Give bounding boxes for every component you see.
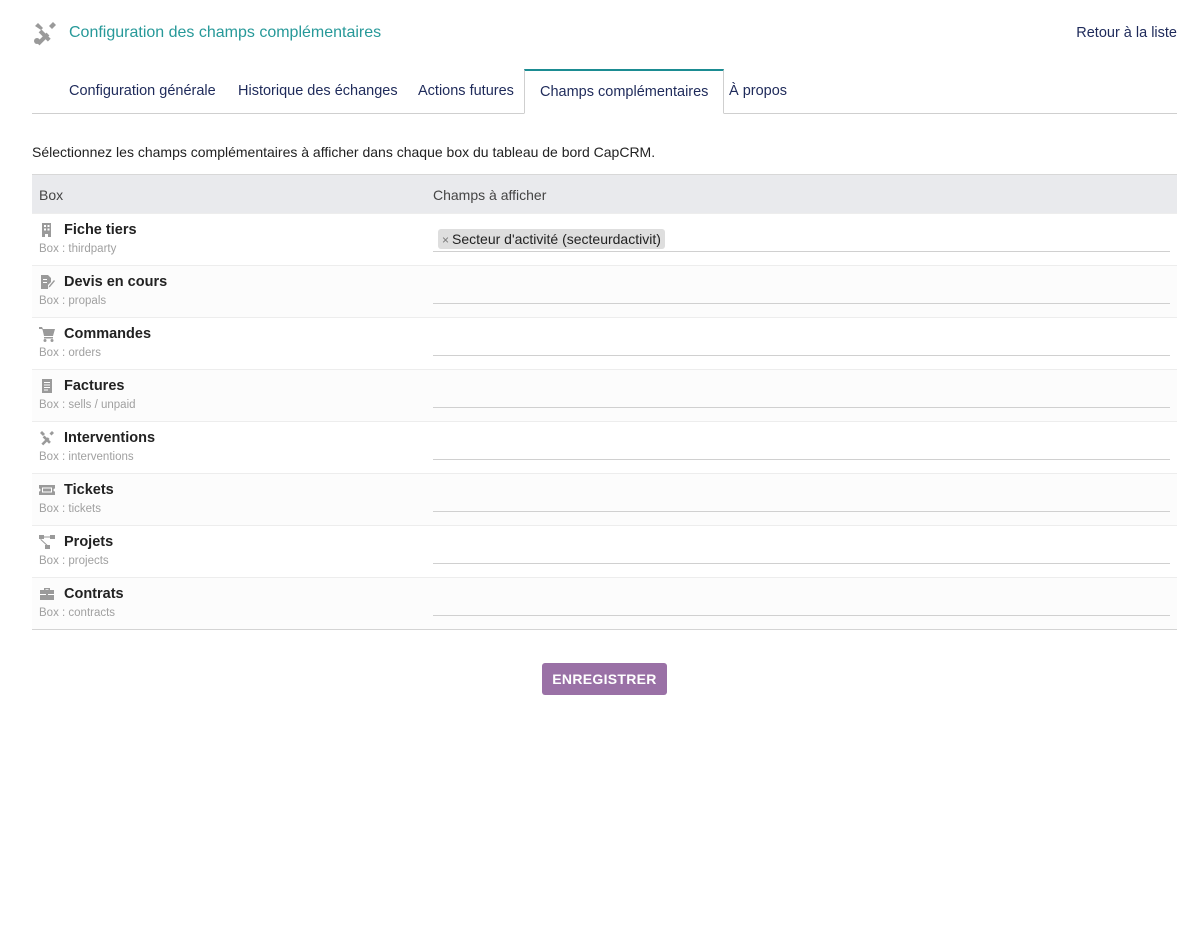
remove-chip-icon[interactable]: × — [442, 230, 449, 250]
tools-icon — [34, 22, 56, 46]
column-header-box: Box — [39, 187, 64, 203]
tools-icon — [40, 431, 54, 446]
row-box-code: Box : orders — [39, 347, 101, 359]
column-header-fields: Champs à afficher — [433, 187, 547, 203]
page-description: Sélectionnez les champs complémentaires … — [32, 144, 656, 160]
table-header: Box Champs à afficher — [32, 174, 1177, 213]
row-box-code: Box : contracts — [39, 607, 116, 619]
row-box-code: Box : tickets — [39, 503, 101, 515]
save-button[interactable]: ENREGISTRER — [542, 663, 667, 695]
row-box-code: Box : sells / unpaid — [39, 399, 136, 411]
building-icon — [42, 223, 51, 237]
tab-exchange-history[interactable]: Historique des échanges — [238, 69, 398, 113]
table-row: Contrats Box : contracts — [32, 577, 1177, 629]
row-label: Interventions — [64, 430, 156, 446]
fields-multiselect[interactable] — [433, 276, 1170, 304]
row-label: Devis en cours — [64, 274, 168, 290]
row-box-code: Box : propals — [39, 295, 107, 307]
page-title: Configuration des champs complémentaires — [69, 24, 382, 41]
tab-about[interactable]: À propos — [729, 69, 787, 113]
chip-label: Secteur d'activité (secteurdactivit) — [452, 231, 661, 247]
table-row: Commandes Box : orders — [32, 317, 1177, 369]
project-diagram-icon — [39, 535, 55, 549]
tab-extra-fields[interactable]: Champs complémentaires — [524, 69, 725, 114]
fields-table: Box Champs à afficher Fiche tiers Box : … — [32, 174, 1177, 630]
table-row: Devis en cours Box : propals — [32, 265, 1177, 317]
tab-bar: Configuration générale Historique des éc… — [32, 69, 1177, 114]
table-row: Fiche tiers Box : thirdparty × Secteur d'… — [32, 213, 1177, 265]
row-label: Tickets — [64, 482, 114, 498]
table-row: Tickets Box : tickets — [32, 473, 1177, 525]
back-to-list-link[interactable]: Retour à la liste — [1076, 25, 1177, 41]
page-header: Configuration des champs complémentaires… — [32, 18, 1177, 48]
briefcase-icon — [40, 588, 54, 600]
invoice-icon — [42, 379, 52, 393]
file-signature-icon — [41, 275, 55, 289]
cart-icon — [39, 327, 55, 342]
selected-field-chip: × Secteur d'activité (secteurdactivit) — [438, 229, 665, 249]
table-row: Interventions Box : interventions — [32, 421, 1177, 473]
table-row: Projets Box : projects — [32, 525, 1177, 577]
ticket-icon — [39, 485, 55, 495]
fields-multiselect[interactable] — [433, 328, 1170, 356]
row-label: Fiche tiers — [64, 222, 137, 238]
table-row: Factures Box : sells / unpaid — [32, 369, 1177, 421]
row-label: Contrats — [64, 586, 124, 602]
row-box-code: Box : thirdparty — [39, 243, 117, 255]
fields-multiselect[interactable]: × Secteur d'activité (secteurdactivit) — [433, 224, 1170, 252]
fields-multiselect[interactable] — [433, 484, 1170, 512]
row-label: Projets — [64, 534, 114, 550]
tab-general-config[interactable]: Configuration générale — [69, 69, 216, 113]
row-label: Commandes — [64, 326, 152, 342]
fields-multiselect[interactable] — [433, 536, 1170, 564]
page: Configuration des champs complémentaires… — [0, 0, 1200, 948]
fields-multiselect[interactable] — [433, 380, 1170, 408]
row-label: Factures — [64, 378, 125, 394]
fields-multiselect[interactable] — [433, 432, 1170, 460]
tab-future-actions[interactable]: Actions futures — [418, 69, 514, 113]
row-box-code: Box : projects — [39, 555, 109, 567]
row-box-code: Box : interventions — [39, 451, 134, 463]
fields-multiselect[interactable] — [433, 588, 1170, 616]
